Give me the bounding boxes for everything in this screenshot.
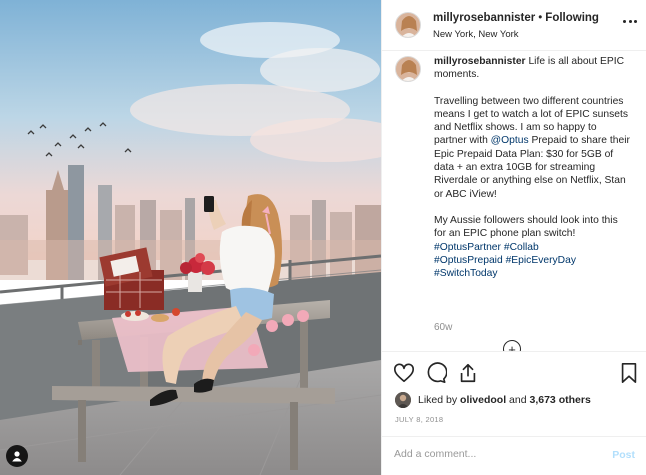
likes-count-button[interactable]: 3,673 others bbox=[530, 394, 591, 406]
follow-status-button[interactable]: Following bbox=[545, 12, 599, 24]
post-header: millyrosebannister • Following New York, N… bbox=[382, 0, 646, 51]
caption-section: millyrosebannister Life is all about EPI… bbox=[382, 51, 646, 351]
hashtag-list: #OptusPartner #Collab #OptusPrepaid #Epi… bbox=[434, 241, 630, 281]
caption-text: My Aussie followers should look into thi… bbox=[434, 214, 618, 240]
person-icon bbox=[12, 451, 22, 462]
more-dot bbox=[628, 19, 632, 23]
post-date[interactable]: JULY 8, 2018 bbox=[395, 415, 443, 424]
plus-circle-icon[interactable]: + bbox=[503, 340, 521, 351]
hashtag-link[interactable]: #SwitchToday bbox=[434, 268, 498, 279]
likes-connector: and bbox=[509, 394, 527, 406]
post-actions: Liked by olivedool and 3,673 others JULY… bbox=[382, 351, 646, 441]
comment-icon[interactable] bbox=[425, 362, 447, 384]
separator-dot: • bbox=[538, 12, 543, 24]
post-side-panel: millyrosebannister • Following New York, N… bbox=[381, 0, 646, 475]
heart-icon[interactable] bbox=[393, 362, 415, 384]
caption-author-avatar[interactable] bbox=[395, 56, 421, 82]
hashtag-link[interactable]: #Collab bbox=[504, 242, 539, 253]
caption-username[interactable]: millyrosebannister bbox=[434, 56, 526, 67]
more-dot bbox=[634, 19, 637, 23]
author-username[interactable]: millyrosebannister bbox=[433, 12, 535, 24]
comment-bar: Post bbox=[382, 436, 646, 475]
post-photo[interactable] bbox=[0, 0, 381, 475]
avatar-image bbox=[396, 57, 420, 81]
likes-prefix: Liked by bbox=[418, 394, 458, 406]
caption-first-line: millyrosebannister Life is all about EPI… bbox=[434, 55, 630, 82]
avatar-image bbox=[396, 13, 420, 37]
liker-username[interactable]: olivedool bbox=[460, 394, 506, 406]
likes-summary: Liked by olivedool and 3,673 others bbox=[395, 392, 591, 408]
mention-link[interactable]: @Optus bbox=[491, 135, 529, 146]
hashtag-link[interactable]: #OptusPartner bbox=[434, 242, 501, 253]
more-options-icon[interactable] bbox=[623, 18, 637, 24]
bookmark-icon[interactable] bbox=[618, 362, 640, 384]
avatar-image bbox=[395, 392, 411, 408]
share-icon[interactable] bbox=[457, 362, 479, 384]
rooftop-picnic-image bbox=[0, 0, 381, 475]
more-dot bbox=[623, 19, 626, 23]
user-tag-icon[interactable] bbox=[6, 445, 28, 467]
post-location[interactable]: New York, New York bbox=[433, 29, 519, 40]
comment-input[interactable] bbox=[394, 448, 594, 460]
post-caption: millyrosebannister Life is all about EPI… bbox=[434, 55, 630, 280]
author-avatar[interactable] bbox=[395, 12, 421, 38]
caption-paragraph: Travelling between two different countri… bbox=[434, 95, 630, 201]
header-user-line: millyrosebannister • Following bbox=[433, 12, 599, 24]
caption-paragraph: My Aussie followers should look into thi… bbox=[434, 214, 630, 241]
hashtag-link[interactable]: #OptusPrepaid bbox=[434, 255, 503, 266]
hashtag-link[interactable]: #EpicEveryDay bbox=[506, 255, 576, 266]
liker-avatar[interactable] bbox=[395, 392, 411, 408]
caption-time-ago[interactable]: 60w bbox=[434, 322, 452, 333]
post-comment-button[interactable]: Post bbox=[612, 449, 635, 461]
